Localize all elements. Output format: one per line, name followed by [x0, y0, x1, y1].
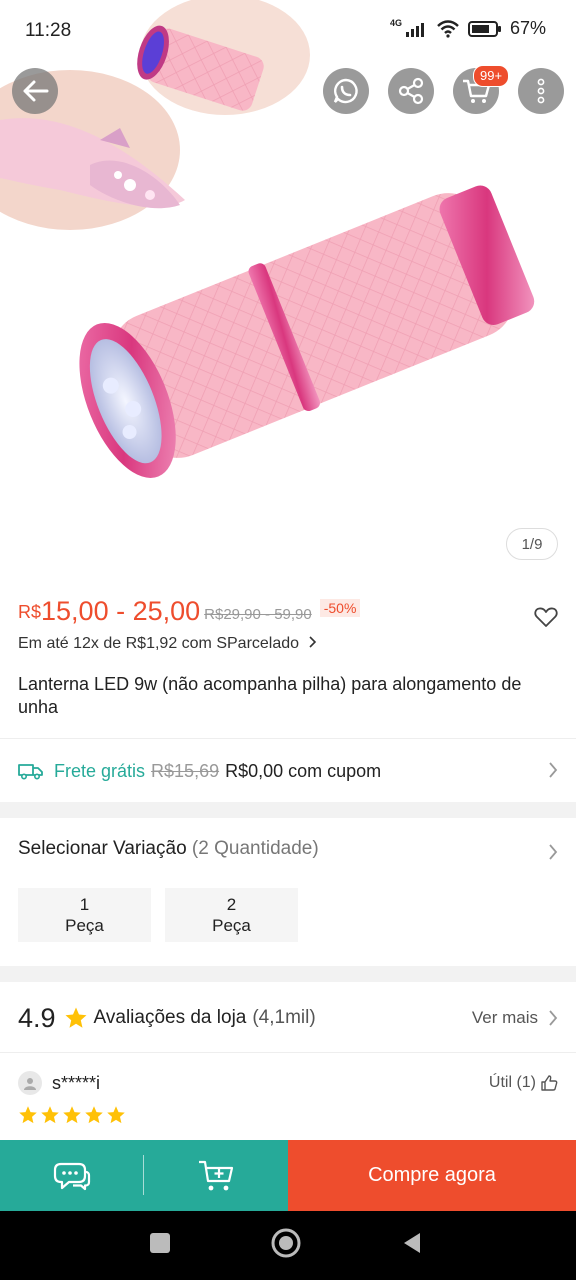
variation-selector[interactable]: Selecionar Variação (2 Quantidade) [18, 838, 558, 868]
price-currency: R$ [18, 602, 42, 622]
back-triangle-icon[interactable] [400, 1231, 424, 1255]
price-section: R$ 15,00 - 25,00 R$29,90 - 59,90 -50% [18, 596, 558, 636]
option-unit: Peça [65, 916, 104, 935]
more-options-button[interactable] [518, 68, 564, 114]
wifi-icon [437, 19, 459, 38]
add-to-cart-icon [199, 1160, 234, 1190]
whatsapp-button[interactable] [323, 68, 369, 114]
image-counter: 1/9 [506, 528, 558, 560]
section-gap [0, 966, 576, 982]
option-quantity: 1 [79, 895, 90, 914]
share-icon [398, 77, 424, 105]
installment-link[interactable]: Em até 12x de R$1,92 com SParcelado [18, 635, 318, 653]
add-to-cart-button[interactable] [144, 1140, 288, 1211]
truck-icon [18, 764, 43, 780]
bottom-action-bar: Compre agora [0, 1140, 576, 1211]
signal-icon [405, 22, 424, 37]
chevron-right-icon [549, 762, 558, 778]
favorite-heart-icon[interactable] [534, 606, 558, 628]
chevron-right-icon [549, 1010, 558, 1026]
reviewer-name: s*****i [52, 1072, 101, 1093]
whatsapp-icon [333, 78, 358, 104]
star-icon [41, 1106, 59, 1124]
variation-option-1[interactable]: 1 Peça [18, 888, 151, 942]
status-time: 11:28 [25, 20, 72, 41]
useful-button[interactable]: Útil (1) [489, 1074, 558, 1092]
shipping-new-price: R$0,00 com cupom [225, 760, 382, 781]
see-more-link[interactable]: Ver mais [472, 1008, 538, 1028]
discount-badge: -50% [319, 599, 361, 617]
chevron-right-icon [549, 844, 558, 860]
star-icon [85, 1106, 103, 1124]
star-icon [107, 1106, 125, 1124]
chat-button[interactable] [0, 1140, 144, 1211]
review-header: s*****i Útil (1) [18, 1068, 558, 1098]
review-stars [18, 1105, 126, 1125]
back-arrow-icon [23, 80, 49, 102]
option-quantity: 2 [226, 895, 237, 914]
status-bar: 11:28 4G 67% [0, 0, 576, 62]
home-icon[interactable] [270, 1227, 302, 1259]
divider [0, 1052, 576, 1053]
star-icon [65, 1007, 87, 1028]
shipping-old-price: R$15,69 [151, 760, 220, 781]
cart-badge: 99+ [473, 65, 510, 87]
shipping-row[interactable]: Frete grátis R$15,69 R$0,00 com cupom [18, 752, 558, 790]
price-range: 15,00 - 25,00 [41, 596, 201, 626]
variation-option-2[interactable]: 2 Peça [165, 888, 298, 942]
system-navigation-bar [0, 1211, 576, 1280]
star-icon [63, 1106, 81, 1124]
free-shipping-label: Frete grátis [54, 760, 146, 781]
installment-text: Em até 12x de R$1,92 com SParcelado [18, 635, 300, 652]
buy-now-button[interactable]: Compre agora [288, 1140, 576, 1211]
product-title: Lanterna LED 9w (não acompanha pilha) pa… [18, 674, 522, 717]
more-vertical-icon [537, 78, 545, 104]
rating-value: 4.9 [18, 1002, 56, 1033]
user-icon [24, 1078, 36, 1090]
thumbs-up-icon [541, 1075, 558, 1091]
ratings-count: (4,1mil) [252, 1007, 316, 1028]
battery-percent: 67% [509, 18, 546, 38]
network-type: 4G [389, 17, 402, 28]
cart-button[interactable]: 99+ [453, 65, 510, 114]
divider [143, 1155, 144, 1195]
original-price: R$29,90 - 59,90 [204, 606, 312, 623]
back-button[interactable] [12, 68, 58, 114]
variation-label: Selecionar Variação [18, 838, 187, 859]
section-gap [0, 802, 576, 818]
chevron-right-icon [308, 636, 316, 648]
star-icon [19, 1106, 37, 1124]
ratings-label: Avaliações da loja [93, 1007, 247, 1028]
recents-icon[interactable] [148, 1231, 172, 1255]
option-unit: Peça [212, 916, 251, 935]
useful-label: Útil (1) [488, 1074, 536, 1091]
battery-icon [467, 20, 501, 37]
divider [0, 738, 576, 739]
reviewer-avatar [18, 1071, 42, 1095]
store-ratings: 4.9 Avaliações da loja (4,1mil) Ver mais [18, 1000, 558, 1036]
status-icons: 4G 67% [390, 18, 546, 39]
share-button[interactable] [388, 68, 434, 114]
variation-count: (2 Quantidade) [191, 838, 319, 859]
chat-icon [53, 1162, 91, 1190]
